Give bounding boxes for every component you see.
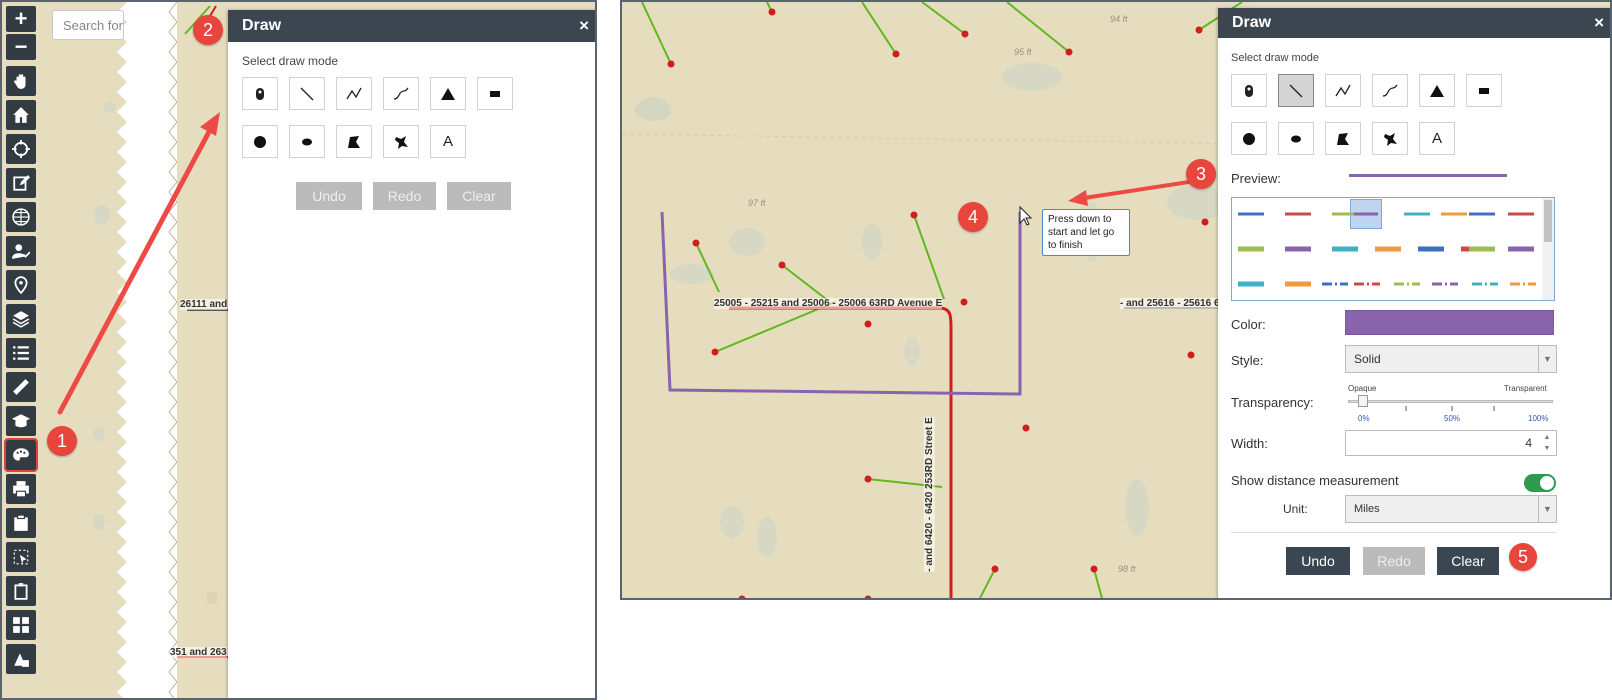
callout-badge: 3	[1186, 159, 1216, 189]
style-label: Style:	[1231, 353, 1264, 368]
clear-button[interactable]: Clear	[1437, 547, 1499, 575]
triangle-icon	[1430, 84, 1444, 97]
panel-title: Draw	[1232, 14, 1272, 31]
elevation-label: 98 ft	[1118, 564, 1136, 574]
line-preview	[1349, 174, 1507, 177]
rectangle-icon	[1479, 87, 1489, 94]
road-label: - and 25616 - 25616 63R	[1120, 298, 1233, 309]
point-icon	[1245, 84, 1253, 97]
polygon-icon	[1337, 132, 1349, 145]
mode-point-button[interactable]	[1231, 74, 1267, 107]
freehand-line-icon	[1382, 84, 1398, 97]
unit-label: Unit:	[1283, 502, 1308, 516]
distance-toggle[interactable]	[1524, 474, 1556, 492]
width-stepper[interactable]: ▲ ▼	[1540, 432, 1554, 454]
elevation-label: 94 ft	[1110, 14, 1128, 24]
unit-value: Miles	[1354, 503, 1380, 515]
distance-label: Show distance measurement	[1231, 473, 1399, 488]
mode-text-button[interactable]: A	[1419, 122, 1455, 155]
mode-circle-button[interactable]	[1231, 122, 1267, 155]
right-screenshot: 25005 - 25215 and 25006 - 25006 63RD Ave…	[620, 0, 1612, 600]
undo-button[interactable]: Undo	[1286, 547, 1350, 575]
preview-label: Preview:	[1231, 171, 1281, 186]
opaque-label: Opaque	[1348, 384, 1377, 393]
width-input[interactable]: 4	[1345, 430, 1557, 456]
road-label: 25005 - 25215 and 25006 - 25006 63RD Ave…	[714, 298, 943, 309]
road-label: - and 6420 - 6420 253RD Street E	[923, 417, 935, 572]
mode-polyline-button[interactable]	[1325, 74, 1361, 107]
line-icon	[1289, 84, 1303, 97]
transparency-label: Transparency:	[1231, 395, 1314, 410]
mode-rectangle-button[interactable]	[1466, 74, 1502, 107]
draw-mode-label: Select draw mode	[1231, 52, 1320, 64]
callout-badge: 4	[958, 202, 988, 232]
elevation-label: 97 ft	[748, 198, 766, 208]
mode-polygon-button[interactable]	[1325, 122, 1361, 155]
slider-ticks	[1405, 406, 1495, 411]
draw-panel-header: Draw ×	[1218, 8, 1610, 38]
style-value: Solid	[1354, 352, 1381, 366]
chevron-down-icon: ▼	[1538, 346, 1556, 372]
unit-select[interactable]: Miles ▼	[1345, 495, 1557, 523]
polyline-icon	[1335, 84, 1351, 96]
divider	[1231, 532, 1557, 533]
mode-freehand-polygon-button[interactable]	[1372, 122, 1408, 155]
draw-panel: Draw × Select draw mode A Preview: Color…	[1218, 8, 1610, 598]
ellipse-icon	[1291, 135, 1301, 142]
width-label: Width:	[1231, 436, 1268, 451]
style-select[interactable]: Solid ▼	[1345, 345, 1557, 373]
freehand-polygon-icon	[1384, 132, 1397, 146]
circle-icon	[1243, 132, 1255, 145]
tick-label: 100%	[1528, 414, 1549, 423]
tick-label: 0%	[1358, 414, 1370, 423]
annotation-arrow	[57, 112, 220, 415]
transparent-label: Transparent	[1504, 384, 1547, 393]
callout-badge: 2	[193, 15, 223, 45]
mode-ellipse-button[interactable]	[1278, 122, 1314, 155]
callout-badge: 5	[1509, 543, 1537, 571]
text-icon: A	[1431, 130, 1442, 147]
elevation-label: 95 ft	[1014, 47, 1032, 57]
chevron-down-icon: ▼	[1538, 496, 1556, 522]
redo-button[interactable]: Redo	[1363, 547, 1425, 575]
mode-triangle-button[interactable]	[1419, 74, 1455, 107]
draw-tooltip: Press down to start and let go to finish	[1042, 209, 1130, 256]
symbol-palette[interactable]	[1231, 197, 1555, 301]
callout-badge: 1	[47, 426, 77, 456]
left-screenshot: 26111 and 351 and 263 + − Search for Dra…	[0, 0, 597, 700]
color-label: Color:	[1231, 317, 1266, 332]
tick-label: 50%	[1444, 414, 1461, 423]
close-icon[interactable]: ×	[1594, 13, 1604, 33]
mode-freehand-line-button[interactable]	[1372, 74, 1408, 107]
color-swatch[interactable]	[1345, 310, 1554, 335]
mode-line-button[interactable]	[1278, 74, 1314, 107]
palette-swatches	[1238, 212, 1536, 287]
transparency-slider[interactable]	[1348, 400, 1553, 403]
